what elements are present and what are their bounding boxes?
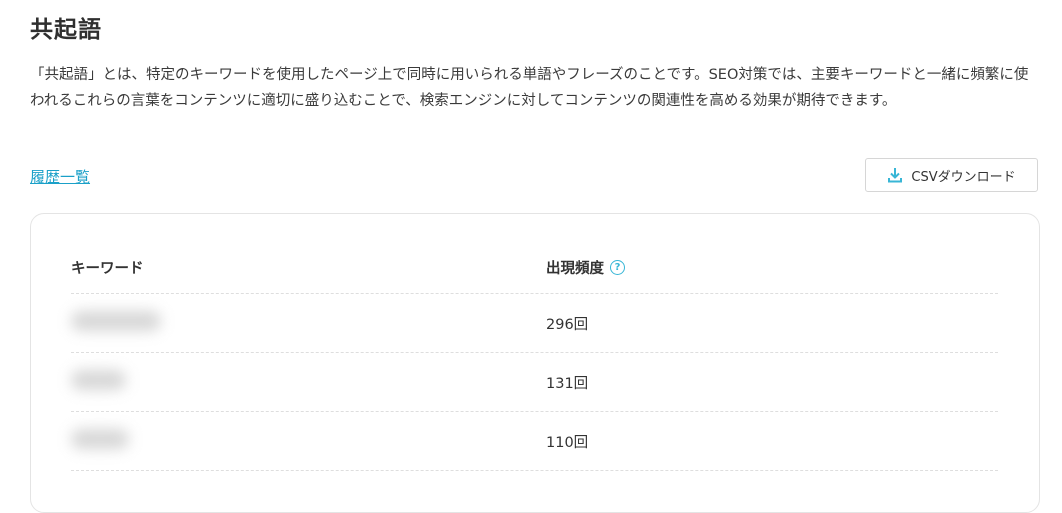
column-header-frequency: 出現頻度 xyxy=(546,261,604,277)
table-row: 131回 xyxy=(71,353,998,412)
frequency-cell: 296回 xyxy=(546,316,589,333)
help-icon[interactable]: ? xyxy=(610,260,625,275)
table-row: 296回 xyxy=(71,294,998,353)
page-title: 共起語 xyxy=(30,17,102,43)
frequency-cell: 110回 xyxy=(546,434,589,451)
column-header-keyword: キーワード xyxy=(71,261,144,277)
download-icon xyxy=(887,167,903,183)
cooccurrence-table: キーワード 出現頻度 ? 296回 131回 110回 xyxy=(71,242,998,471)
frequency-cell: 131回 xyxy=(546,375,589,392)
results-card: キーワード 出現頻度 ? 296回 131回 110回 xyxy=(30,213,1040,513)
blurred-keyword xyxy=(71,370,126,390)
keyword-cell xyxy=(71,311,546,335)
csv-download-label: CSVダウンロード xyxy=(911,169,1016,185)
table-header: キーワード 出現頻度 ? xyxy=(71,242,998,294)
history-link[interactable]: 履歴一覧 xyxy=(30,166,90,187)
blurred-keyword xyxy=(71,311,161,331)
table-row: 110回 xyxy=(71,412,998,471)
blurred-keyword xyxy=(71,429,129,449)
page-description: 「共起語」とは、特定のキーワードを使用したページ上で同時に用いられる単語やフレー… xyxy=(30,67,1029,109)
csv-download-button[interactable]: CSVダウンロード xyxy=(865,158,1038,192)
keyword-cell xyxy=(71,370,546,394)
keyword-cell xyxy=(71,429,546,453)
